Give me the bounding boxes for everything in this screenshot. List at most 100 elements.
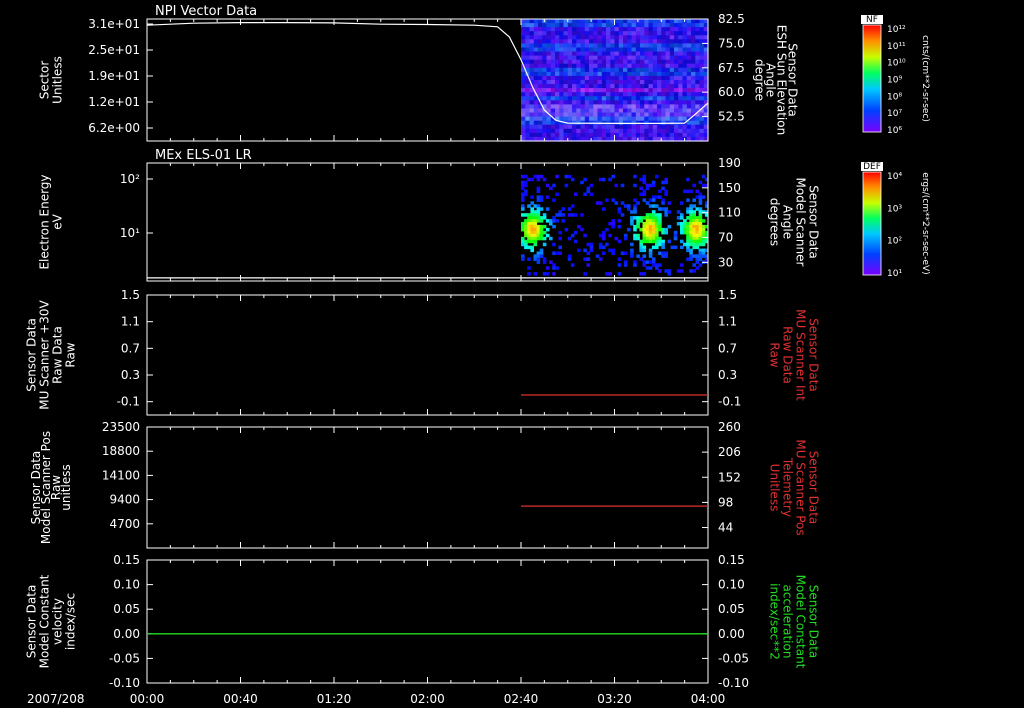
spectrogram-cell <box>691 80 696 85</box>
spectrogram-cell <box>699 71 705 77</box>
spectrogram-cell <box>617 263 622 267</box>
spectrogram-cell <box>542 27 548 32</box>
spectrogram-cell <box>639 248 643 253</box>
spectrogram-cell <box>555 132 560 138</box>
spectrogram-cell <box>667 224 672 229</box>
spectrogram-cell <box>546 27 552 32</box>
spectrogram-cell <box>533 124 539 130</box>
spectrogram-cell <box>648 43 654 49</box>
spectrogram-cell <box>563 55 569 61</box>
spectrogram-cell <box>658 207 662 211</box>
spectrogram-cell <box>584 59 590 65</box>
spectrogram-cell <box>689 210 693 214</box>
spectrogram-cell <box>657 100 662 105</box>
spectrogram-cell <box>618 27 624 32</box>
spectrogram-cell <box>550 100 556 105</box>
spectrogram-cell <box>521 75 526 81</box>
spectrogram-cell <box>691 51 696 57</box>
spectrogram-cell <box>695 227 700 232</box>
spectrogram-cell <box>567 43 573 49</box>
spectrogram-cell <box>584 71 590 77</box>
spectrogram-cell <box>570 233 575 238</box>
right-tick-label: 70 <box>718 231 733 245</box>
spectrogram-cell <box>631 27 637 32</box>
left-tick-label: 6.2e+00 <box>88 121 140 135</box>
spectrogram-cell <box>678 92 684 97</box>
spectrogram-cell <box>635 67 641 73</box>
spectrogram-cell <box>546 116 552 122</box>
spectrogram-cell <box>521 35 526 40</box>
spectrogram-cell <box>542 23 548 28</box>
spectrogram-cell <box>618 88 624 93</box>
spectrogram-cell <box>674 92 679 97</box>
spectrogram-cell <box>695 100 701 105</box>
spectrogram-cell <box>674 39 679 44</box>
spectrogram-cell <box>618 43 624 49</box>
colorbar-tick-label: 10¹² <box>887 25 906 35</box>
spectrogram-cell <box>601 104 607 110</box>
spectrogram-cell <box>691 31 696 36</box>
panel-1 <box>146 18 709 142</box>
spectrogram-cell <box>652 88 658 93</box>
spectrogram-cell <box>657 55 662 61</box>
spectrogram-cell <box>593 124 599 130</box>
spectrogram-cell <box>618 112 624 118</box>
spectrogram-cell <box>689 254 693 258</box>
right-tick-label: 82.5 <box>718 12 745 26</box>
spectrogram-cell <box>674 19 679 24</box>
spectrogram-cell <box>583 233 587 238</box>
spectrogram-cell <box>657 51 662 57</box>
spectrogram-cell <box>686 100 692 105</box>
spectrogram-cell <box>674 96 679 101</box>
spectrogram-cell <box>521 104 526 110</box>
spectrogram-cell <box>555 84 560 89</box>
colorbar-nf <box>861 15 883 133</box>
spectrogram-cell <box>601 124 607 130</box>
spectrogram-cell <box>593 67 599 73</box>
spectrogram-cell <box>593 35 599 40</box>
spectrogram-cell <box>633 233 637 238</box>
spectrogram-cell <box>701 233 706 238</box>
spectrogram-cell <box>597 88 603 93</box>
spectrogram-cell <box>589 100 594 105</box>
colorbar-tick-label: 10⁸ <box>887 92 902 102</box>
spectrogram-cell <box>559 100 565 105</box>
spectrogram-cell <box>538 75 543 81</box>
spectrogram-cell <box>618 92 624 97</box>
spectrogram-cell <box>655 204 659 208</box>
spectrogram-cell <box>606 80 611 85</box>
spectrogram-cell <box>555 112 560 118</box>
spectrogram-cell <box>525 120 531 126</box>
spectrogram-cell <box>525 23 531 28</box>
spectrogram-cell <box>580 35 586 40</box>
spectrogram-cell <box>572 84 577 89</box>
spectrogram-cell <box>527 257 531 261</box>
spectrogram-cell <box>538 63 543 69</box>
spectrogram-cell <box>661 63 667 69</box>
spectrogram-cell <box>651 233 656 238</box>
spectrogram-cell <box>546 31 552 36</box>
spectrogram-cell <box>529 92 535 97</box>
spectrogram-cell <box>644 75 650 81</box>
spectrogram-cell <box>648 254 653 258</box>
spectrogram-cell <box>682 124 688 130</box>
spectrogram-cell <box>572 35 577 40</box>
spectrogram-cell <box>691 120 696 126</box>
spectrogram-cell <box>652 67 658 73</box>
spectrogram-cell <box>623 51 628 57</box>
spectrogram-cell <box>525 63 531 69</box>
spectrogram-cell <box>601 67 607 73</box>
spectrogram-cell <box>527 227 531 232</box>
left-tick-label: -0.05 <box>109 651 140 665</box>
spectrogram-cell <box>618 100 624 105</box>
spectrogram-cell <box>538 59 543 65</box>
spectrogram-cell <box>563 51 569 57</box>
spectrogram-cell <box>546 104 552 110</box>
spectrogram-cell <box>699 128 705 134</box>
spectrogram-cell <box>623 132 628 138</box>
spectrogram-cell <box>648 59 654 65</box>
spectrogram-cell <box>635 92 641 97</box>
spectrogram-cell <box>555 124 560 130</box>
right-tick-label: 1.1 <box>718 315 737 329</box>
spectrogram-cell <box>645 266 650 270</box>
